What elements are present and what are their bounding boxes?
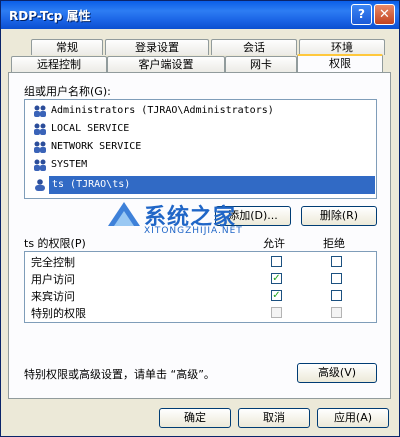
- user-group-icon: [34, 123, 46, 135]
- remove-button[interactable]: 删除(R): [301, 206, 377, 226]
- groups-listbox[interactable]: Administrators (TJRAO\Administrators) LO…: [24, 99, 377, 199]
- permission-name: 用户访问: [31, 273, 75, 286]
- permission-row: 用户访问 ✓: [25, 269, 376, 287]
- deny-checkbox[interactable]: [331, 256, 342, 267]
- close-icon: ✕: [379, 7, 390, 22]
- permissions-table: 完全控制 用户访问 ✓ 来宾访问 ✓ 特别的权限: [24, 251, 377, 323]
- permission-row: 完全控制: [25, 252, 376, 270]
- list-item-label: Administrators (TJRAO\Administrators): [51, 105, 274, 116]
- allow-checkbox-disabled: [271, 307, 282, 318]
- deny-checkbox-disabled: [331, 307, 342, 318]
- help-icon: ?: [358, 7, 365, 21]
- permission-name: 完全控制: [31, 256, 75, 269]
- user-group-icon: [34, 105, 46, 117]
- list-item[interactable]: SYSTEM: [25, 156, 376, 174]
- permission-name: 来宾访问: [31, 290, 75, 303]
- list-item[interactable]: Administrators (TJRAO\Administrators): [25, 102, 376, 120]
- tab-logon-settings[interactable]: 登录设置: [105, 39, 209, 55]
- help-button[interactable]: ?: [351, 4, 372, 25]
- title-bar[interactable]: RDP-Tcp 属性 ? ✕: [1, 1, 399, 29]
- check-icon: ✓: [272, 273, 281, 284]
- list-item[interactable]: NETWORK SERVICE: [25, 138, 376, 156]
- properties-dialog: RDP-Tcp 属性 ? ✕ 常规 登录设置 会话 环境 远程控制 客户端设置 …: [0, 0, 400, 437]
- allow-checkbox[interactable]: [271, 256, 282, 267]
- list-item-label: ts (TJRAO\ts): [49, 176, 375, 194]
- apply-button[interactable]: 应用(A): [317, 408, 389, 428]
- tab-client-settings[interactable]: 客户端设置: [107, 56, 225, 72]
- list-item[interactable]: LOCAL SERVICE: [25, 120, 376, 138]
- tab-general[interactable]: 常规: [31, 39, 103, 55]
- allow-checkbox[interactable]: ✓: [271, 290, 282, 301]
- list-item-label: LOCAL SERVICE: [51, 123, 130, 134]
- allow-column-header: 允许: [263, 237, 285, 250]
- deny-checkbox[interactable]: [331, 290, 342, 301]
- list-item-label: NETWORK SERVICE: [51, 141, 142, 152]
- advanced-hint-text: 特别权限或高级设置，请单击 “高级”。: [24, 368, 215, 381]
- user-group-icon: [34, 159, 46, 171]
- window-title: RDP-Tcp 属性: [9, 9, 91, 23]
- groups-label: 组或用户名称(G):: [24, 85, 111, 98]
- tab-remote-control[interactable]: 远程控制: [11, 56, 107, 72]
- user-group-icon: [34, 141, 46, 153]
- tab-network-adapter[interactable]: 网卡: [225, 56, 297, 72]
- permission-row: 来宾访问 ✓: [25, 286, 376, 304]
- list-item-selected[interactable]: ts (TJRAO\ts): [25, 176, 376, 194]
- check-icon: ✓: [272, 290, 281, 301]
- user-icon: [35, 179, 45, 191]
- permissions-label: ts 的权限(P): [24, 237, 86, 250]
- cancel-button[interactable]: 取消: [238, 408, 310, 428]
- permission-name: 特别的权限: [31, 307, 86, 320]
- advanced-button[interactable]: 高级(V): [297, 363, 377, 383]
- watermark-subtitle: XITONGZHIJIA.NET: [144, 226, 243, 236]
- tab-sessions[interactable]: 会话: [211, 39, 297, 55]
- tab-environment[interactable]: 环境: [299, 39, 385, 55]
- deny-checkbox[interactable]: [331, 273, 342, 284]
- allow-checkbox[interactable]: ✓: [271, 273, 282, 284]
- ok-button[interactable]: 确定: [159, 408, 231, 428]
- permission-row: 特别的权限: [25, 303, 376, 321]
- tab-permissions[interactable]: 权限: [297, 54, 383, 72]
- deny-column-header: 拒绝: [323, 237, 345, 250]
- list-item-label: SYSTEM: [51, 159, 88, 170]
- close-button[interactable]: ✕: [374, 4, 395, 25]
